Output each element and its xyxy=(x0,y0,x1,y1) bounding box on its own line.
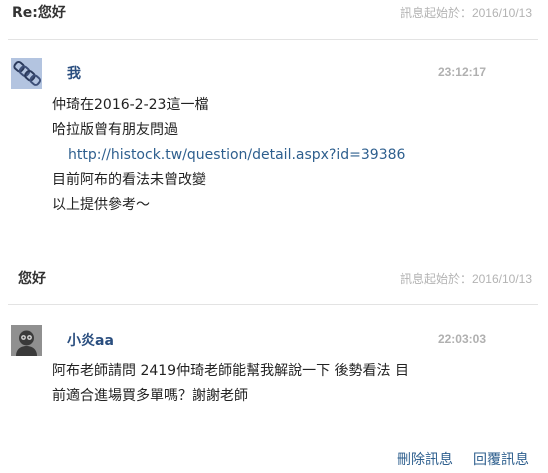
thread-header: Re:您好 訊息起始於：2016/10/13 xyxy=(0,0,548,22)
avatar[interactable] xyxy=(11,325,42,356)
default-avatar-icon xyxy=(11,325,42,356)
message-line: 以上提供參考～ xyxy=(52,197,150,213)
message-time: 22:03:03 xyxy=(437,332,486,346)
thread-start-date: 訊息起始於：2016/10/13 xyxy=(399,6,532,20)
thread-start-date: 訊息起始於：2016/10/13 xyxy=(399,272,532,286)
avatar[interactable] xyxy=(11,58,42,89)
thread-title: 您好 xyxy=(18,271,46,287)
thread-title: Re:您好 xyxy=(12,5,66,21)
message-line: 前適合進場買多單嗎？謝謝老師 xyxy=(52,388,248,404)
chain-link-icon xyxy=(11,58,42,89)
sender-name[interactable]: 我 xyxy=(67,63,81,83)
message-time: 23:12:17 xyxy=(437,65,486,79)
message-line: 目前阿布的看法未曾改變 xyxy=(52,172,206,188)
message-line: 仲琦在2016-2-23這一檔 xyxy=(52,97,209,113)
divider xyxy=(8,304,538,305)
sender-name[interactable]: 小炎aa xyxy=(67,330,114,350)
delete-message-button[interactable]: 刪除訊息 xyxy=(397,449,453,469)
message-line: 阿布老師請問 2419仲琦老師能幫我解說一下 後勢看法 目 xyxy=(52,363,409,379)
thread-header: 您好 訊息起始於：2016/10/13 xyxy=(0,266,548,288)
reply-message-button[interactable]: 回覆訊息 xyxy=(473,449,529,469)
divider xyxy=(8,39,538,40)
message-link[interactable]: http://histock.tw/question/detail.aspx?i… xyxy=(68,146,405,164)
message-line: 哈拉版曾有朋友問過 xyxy=(52,122,178,138)
